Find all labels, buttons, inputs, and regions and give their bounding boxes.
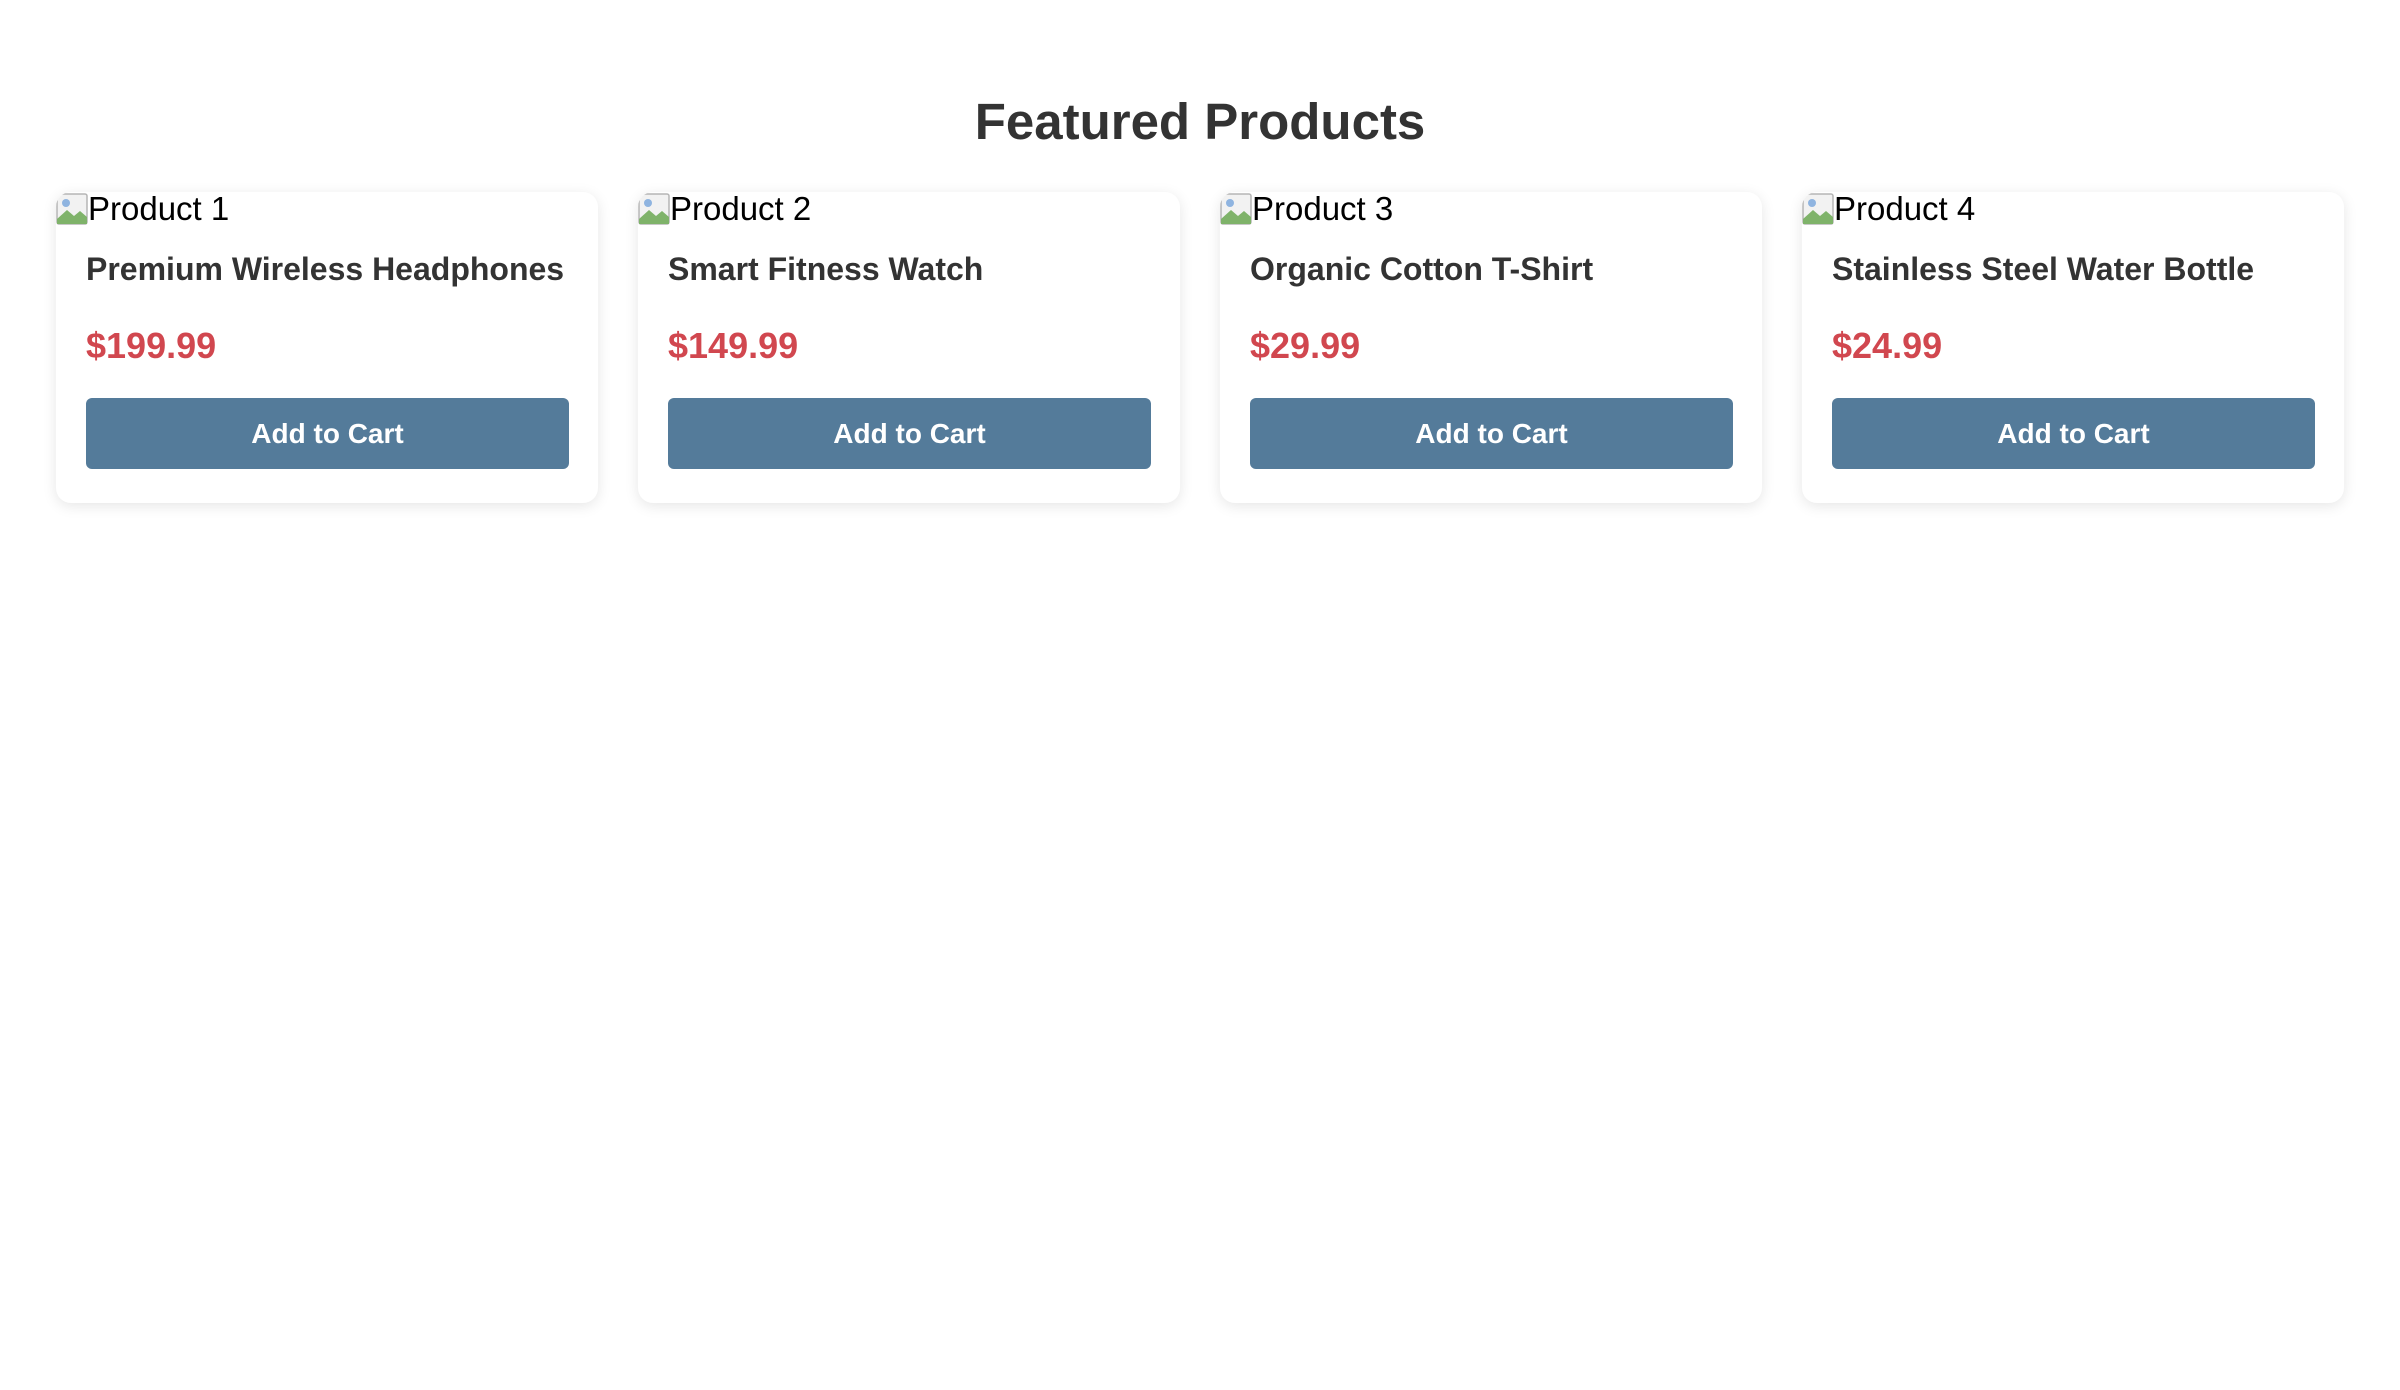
product-name: Organic Cotton T-Shirt <box>1250 251 1594 287</box>
broken-image-icon <box>638 193 670 225</box>
broken-image-icon <box>1802 193 1834 225</box>
product-image-alt: Product 4 <box>1834 192 1976 227</box>
broken-image-icon <box>1220 193 1252 225</box>
product-image-alt: Product 3 <box>1252 192 1394 227</box>
product-card-body: Organic Cotton T-Shirt $29.99 Add to Car… <box>1220 226 1762 499</box>
product-card: Product 2 Smart Fitness Watch $149.99 Ad… <box>638 192 1180 503</box>
product-price: $29.99 <box>1250 325 1361 366</box>
product-price: $24.99 <box>1832 325 1943 366</box>
product-card-body: Premium Wireless Headphones $199.99 Add … <box>56 226 598 499</box>
product-price: $199.99 <box>86 325 217 366</box>
product-image-alt: Product 1 <box>88 192 230 227</box>
add-to-cart-button[interactable]: Add to Cart <box>86 398 569 469</box>
product-card: Product 1 Premium Wireless Headphones $1… <box>56 192 598 503</box>
product-name: Premium Wireless Headphones <box>86 251 565 287</box>
product-card-body: Stainless Steel Water Bottle $24.99 Add … <box>1802 226 2344 499</box>
product-image[interactable]: Product 3 <box>1220 192 1762 226</box>
product-card: Product 3 Organic Cotton T-Shirt $29.99 … <box>1220 192 1762 503</box>
product-card-body: Smart Fitness Watch $149.99 Add to Cart <box>638 226 1180 499</box>
product-price: $149.99 <box>668 325 799 366</box>
product-grid: Product 1 Premium Wireless Headphones $1… <box>56 192 2344 503</box>
add-to-cart-button[interactable]: Add to Cart <box>668 398 1151 469</box>
product-name: Stainless Steel Water Bottle <box>1832 251 2255 287</box>
broken-image-icon <box>56 193 88 225</box>
product-image[interactable]: Product 2 <box>638 192 1180 226</box>
page: Featured Products Product 1 Premium Wire… <box>0 0 2400 1390</box>
add-to-cart-button[interactable]: Add to Cart <box>1250 398 1733 469</box>
product-image[interactable]: Product 1 <box>56 192 598 226</box>
product-name: Smart Fitness Watch <box>668 251 984 287</box>
page-title: Featured Products <box>974 93 1426 150</box>
add-to-cart-button[interactable]: Add to Cart <box>1832 398 2315 469</box>
product-image[interactable]: Product 4 <box>1802 192 2344 226</box>
product-card: Product 4 Stainless Steel Water Bottle $… <box>1802 192 2344 503</box>
product-image-alt: Product 2 <box>670 192 812 227</box>
